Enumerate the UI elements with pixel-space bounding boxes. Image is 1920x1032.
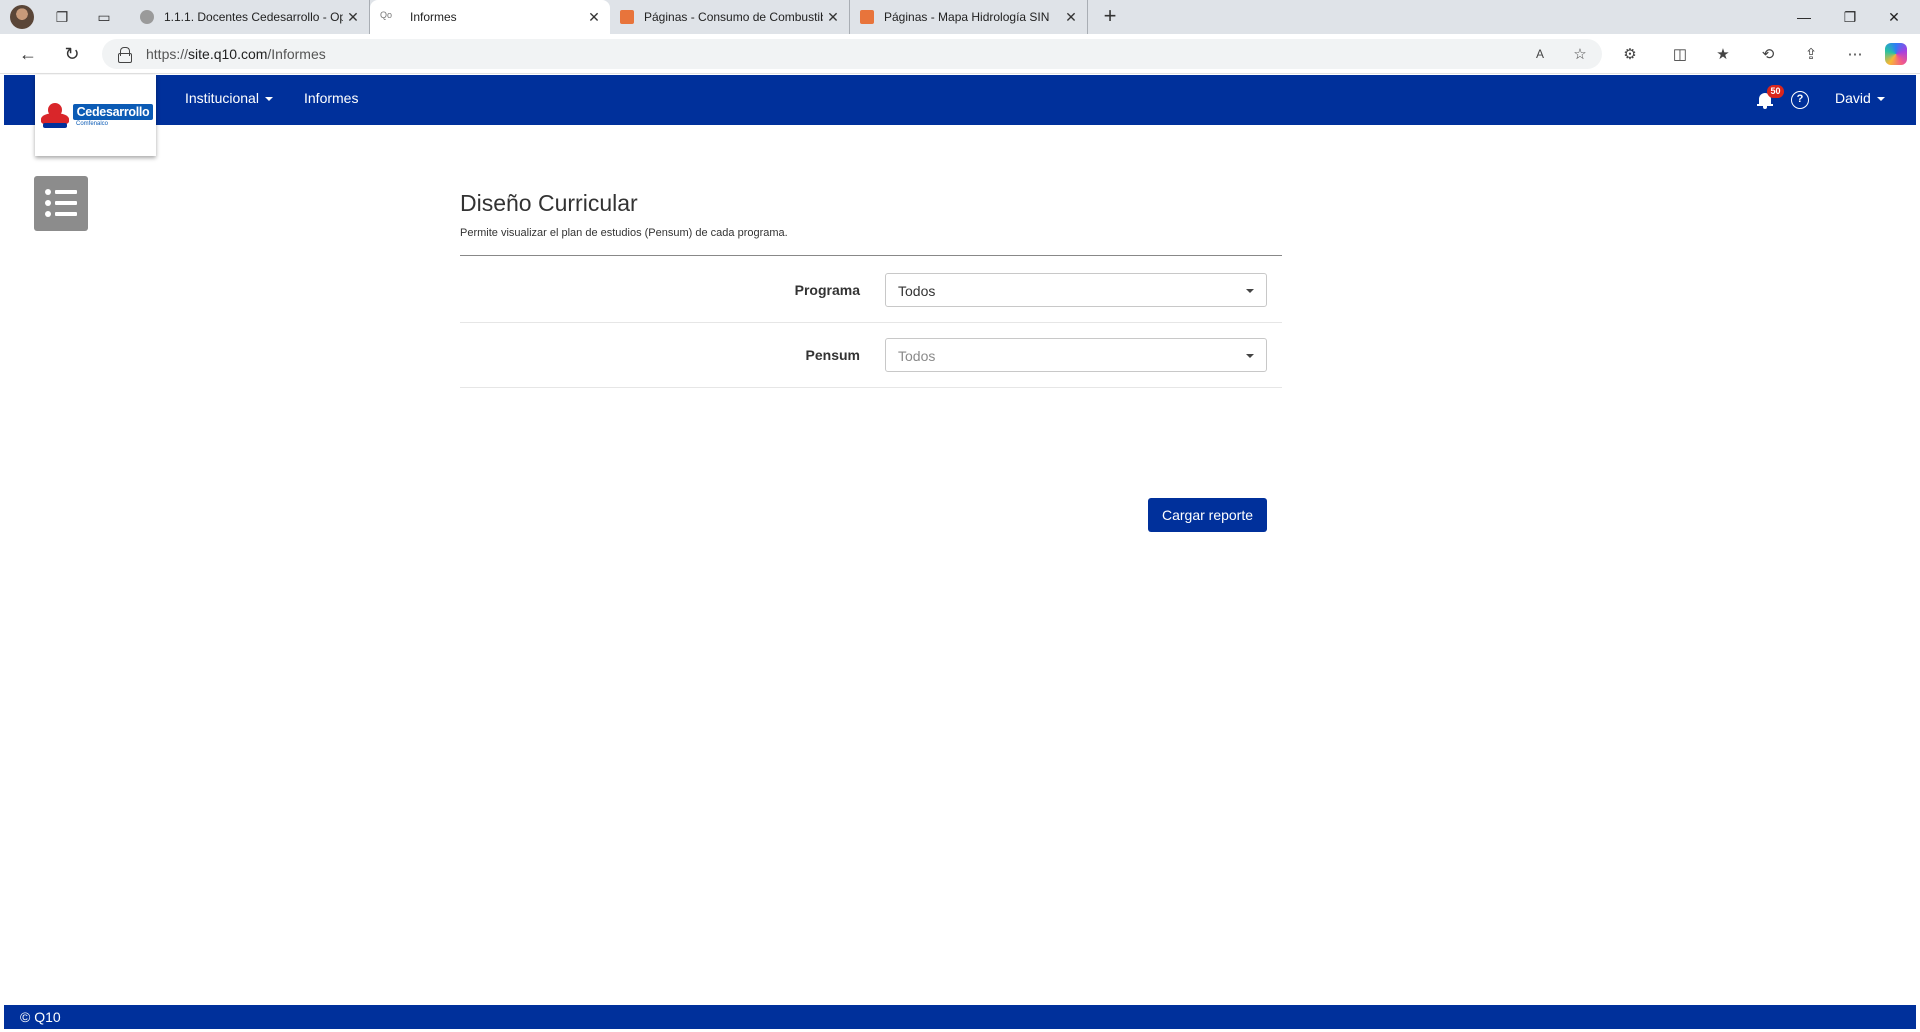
copilot-icon[interactable] — [1885, 43, 1907, 65]
share-icon[interactable]: ⇪ — [1799, 42, 1823, 66]
browser-toolbar: ← ↻ https://site.q10.com/Informes A ☆ ⚙ … — [0, 34, 1920, 74]
url-text: https://site.q10.com/Informes — [146, 46, 326, 62]
read-aloud-icon[interactable]: A — [1528, 42, 1552, 66]
chevron-down-icon — [1246, 354, 1254, 358]
tab-informes[interactable]: Qo Informes ✕ — [370, 0, 610, 34]
help-icon[interactable]: ? — [1791, 91, 1809, 109]
notification-count-badge: 50 — [1767, 85, 1784, 98]
tab-title: Informes — [410, 10, 457, 24]
pensum-label: Pensum — [805, 347, 860, 363]
close-tab-icon[interactable]: ✕ — [1061, 7, 1081, 27]
report-form: Diseño Curricular Permite visualizar el … — [460, 190, 1282, 532]
caret-down-icon — [264, 97, 273, 101]
new-tab-button[interactable]: + — [1098, 5, 1122, 29]
footer-copyright: © Q10 — [20, 1009, 61, 1025]
programa-selected-value: Todos — [898, 283, 936, 299]
split-screen-icon[interactable]: ◫ — [1668, 42, 1692, 66]
tab-title: 1.1.1. Docentes Cedesarrollo - Op — [164, 10, 343, 24]
restore-button[interactable]: ❐ — [1828, 4, 1872, 30]
tab-title: Páginas - Consumo de Combustib — [644, 10, 823, 24]
favorite-star-icon[interactable]: ☆ — [1568, 42, 1592, 66]
sharepoint-favicon-icon — [860, 10, 874, 24]
browser-tab-bar: ❐ ▭ 1.1.1. Docentes Cedesarrollo - Op ✕ … — [0, 0, 1920, 34]
user-name: David — [1835, 90, 1871, 106]
nav-institucional[interactable]: Institucional — [185, 90, 273, 106]
close-tab-icon[interactable]: ✕ — [584, 7, 604, 27]
user-menu[interactable]: David — [1835, 90, 1885, 106]
tab-consumo-combustible[interactable]: Páginas - Consumo de Combustib ✕ — [610, 0, 850, 34]
workspaces-icon[interactable]: ❐ — [50, 5, 74, 29]
programa-label: Programa — [794, 282, 860, 298]
history-icon[interactable]: ⟲ — [1756, 42, 1780, 66]
pensum-select[interactable]: Todos — [885, 338, 1267, 372]
sharepoint-favicon-icon — [620, 10, 634, 24]
form-row-pensum: Pensum Todos — [460, 323, 1282, 388]
nav-informes[interactable]: Informes — [304, 90, 358, 106]
pensum-selected-value: Todos — [898, 348, 936, 364]
institution-logo[interactable]: Cedesarrollo Comfenalco — [35, 75, 156, 156]
logo-emblem-icon — [39, 101, 71, 131]
page-footer: © Q10 — [4, 1005, 1916, 1029]
list-icon — [45, 189, 77, 195]
page-description: Permite visualizar el plan de estudios (… — [460, 227, 788, 239]
logo-text: Cedesarrollo — [73, 104, 153, 120]
refresh-icon[interactable]: ↻ — [60, 42, 84, 66]
lock-icon[interactable] — [118, 47, 132, 63]
close-tab-icon[interactable]: ✕ — [823, 7, 843, 27]
tab-title: Páginas - Mapa Hidrología SIN — [884, 10, 1050, 24]
top-navbar: Institucional Informes 50 ? David — [4, 75, 1916, 125]
minimize-button[interactable]: — — [1782, 4, 1826, 30]
tab-actions-icon[interactable]: ▭ — [92, 5, 116, 29]
nav-institucional-label: Institucional — [185, 90, 259, 106]
nav-informes-label: Informes — [304, 90, 359, 106]
caret-down-icon — [1876, 97, 1885, 101]
page-favicon-icon — [140, 10, 154, 24]
app-page: Institucional Informes 50 ? David Cedesa… — [4, 75, 1916, 1029]
load-report-button[interactable]: Cargar reporte — [1148, 498, 1267, 532]
programa-select[interactable]: Todos — [885, 273, 1267, 307]
page-title: Diseño Curricular — [460, 190, 638, 216]
more-menu-icon[interactable]: ⋯ — [1843, 42, 1867, 66]
close-tab-icon[interactable]: ✕ — [343, 7, 363, 27]
q10-favicon-icon: Qo — [380, 10, 393, 20]
chevron-down-icon — [1246, 289, 1254, 293]
title-divider — [460, 255, 1282, 256]
tab-docentes[interactable]: 1.1.1. Docentes Cedesarrollo - Op ✕ — [130, 0, 370, 34]
favorites-icon[interactable]: ★ — [1711, 42, 1735, 66]
close-window-button[interactable]: ✕ — [1872, 4, 1916, 30]
address-bar[interactable]: https://site.q10.com/Informes A ☆ — [102, 39, 1602, 69]
profile-avatar[interactable] — [10, 5, 34, 29]
tab-mapa-hidrologia[interactable]: Páginas - Mapa Hidrología SIN ✕ — [850, 0, 1088, 34]
logo-subtext: Comfenalco — [76, 121, 109, 127]
extensions-icon[interactable]: ⚙ — [1618, 42, 1642, 66]
form-row-programa: Programa Todos — [460, 258, 1282, 323]
back-arrow-icon[interactable]: ← — [16, 42, 40, 66]
side-menu-toggle-button[interactable] — [34, 176, 88, 231]
